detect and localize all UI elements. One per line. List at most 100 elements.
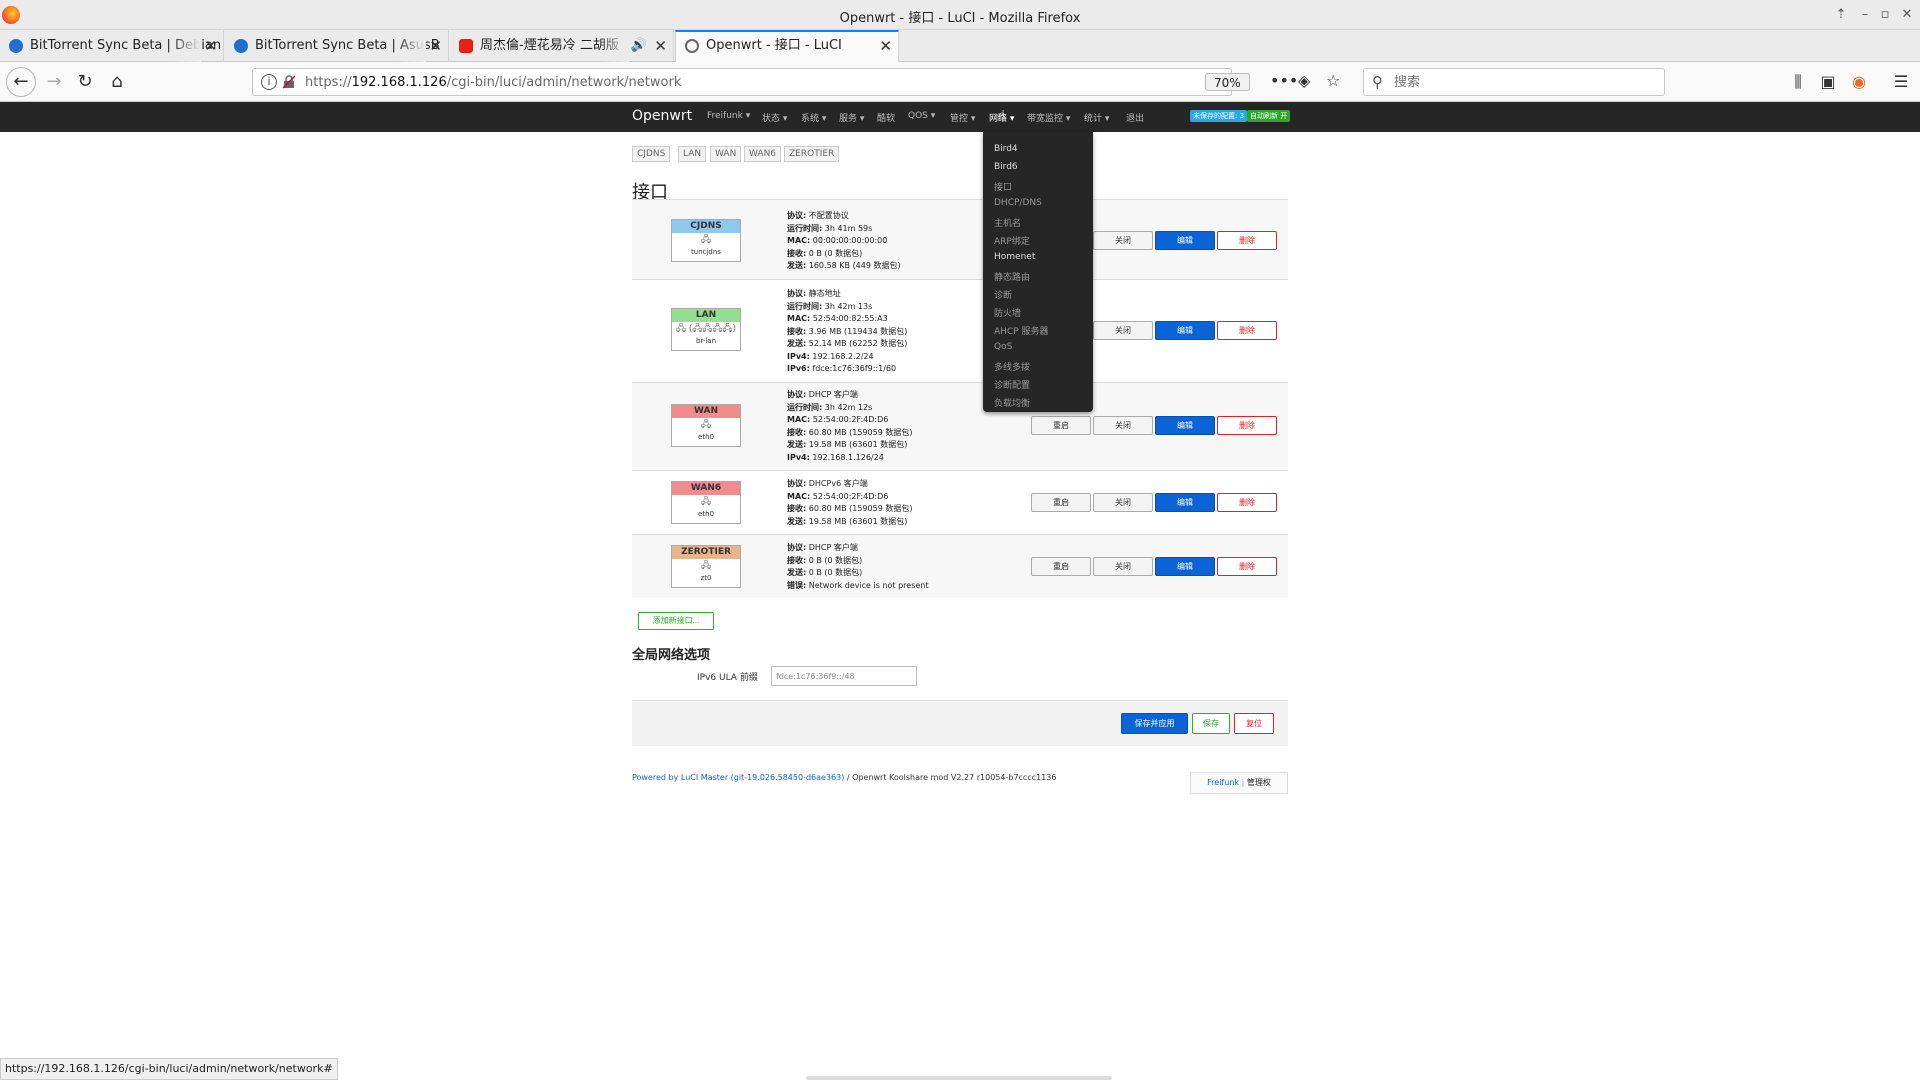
unsaved-changes-badge[interactable]: 未保存的配置: 3 (1190, 110, 1248, 122)
menu-system[interactable]: 系统 ▾ (801, 111, 826, 124)
reset-button[interactable]: 复位 (1234, 713, 1274, 734)
delete-button[interactable]: 删除 (1217, 321, 1277, 340)
dropdown-item-dhcp-dns[interactable]: DHCP/DNS (994, 198, 1042, 208)
dropdown-item-load-balancing[interactable]: 负载均衡 (994, 396, 1030, 409)
save-button[interactable]: 保存 (1192, 713, 1230, 734)
dropdown-item-multiwan[interactable]: 多线多拨 (994, 360, 1030, 373)
home-button[interactable]: ⌂ (103, 69, 131, 95)
ula-prefix-input[interactable] (771, 666, 917, 686)
browser-tab[interactable]: BitTorrent Sync Beta | AsusB ✕ (225, 30, 449, 62)
dropdown-item-hostnames[interactable]: 主机名 (994, 216, 1021, 229)
dropdown-item-bird6[interactable]: Bird6 (994, 162, 1018, 172)
search-input[interactable] (1394, 73, 1654, 91)
browser-tab[interactable]: BitTorrent Sync Beta | Debian ✕ (0, 30, 224, 62)
back-button[interactable]: ← (6, 67, 36, 97)
delete-button[interactable]: 删除 (1217, 557, 1277, 576)
tab-title: Openwrt - 接口 - LuCI (706, 38, 842, 53)
menu-qos[interactable]: QOS ▾ (908, 111, 935, 121)
subtab-wan6[interactable]: WAN6 (744, 146, 782, 162)
window-title: Openwrt - 接口 - LuCI - Mozilla Firefox (839, 11, 1081, 26)
page-actions-icon[interactable]: ••• (1270, 71, 1298, 90)
tab-audio-icon[interactable]: 🔊 (631, 30, 647, 62)
menu-statistics[interactable]: 统计 ▾ (1084, 111, 1109, 124)
window-maximize-icon[interactable]: ▫ (1876, 6, 1894, 24)
subtab-lan[interactable]: LAN (678, 146, 707, 162)
stop-button[interactable]: 关闭 (1093, 493, 1153, 512)
tab-close-icon[interactable]: ✕ (429, 30, 442, 62)
url-text[interactable]: https://192.168.1.126/cgi-bin/luci/admin… (305, 75, 681, 90)
extension-icon[interactable]: ◉ (1848, 72, 1870, 91)
horizontal-scroll-indicator[interactable] (806, 1076, 1112, 1080)
network-dropdown-menu: Bird4 Bird6 接口 DHCP/DNS 主机名 ARP绑定 Homene… (983, 132, 1093, 412)
pocket-icon[interactable]: ◈ (1298, 71, 1310, 90)
save-apply-button[interactable]: 保存并应用 (1121, 713, 1188, 734)
zoom-indicator[interactable]: 70% (1205, 73, 1250, 91)
interface-details: 协议: 静态地址 运行时间: 3h 42m 13s MAC: 52:54:00:… (787, 289, 908, 373)
library-icon[interactable]: ⫼ (1787, 72, 1809, 92)
subtab-zerotier[interactable]: ZEROTIER (784, 146, 840, 162)
bookmark-star-icon[interactable]: ☆ (1326, 71, 1340, 90)
insecure-lock-icon[interactable] (283, 75, 295, 89)
window-close-icon[interactable]: ✕ (1898, 6, 1916, 24)
firmware-version: / Openwrt Koolshare mod V2.27 r10054-b7c… (844, 773, 1057, 782)
url-bar[interactable]: i https://192.168.1.126/cgi-bin/luci/adm… (252, 68, 1250, 96)
menu-services[interactable]: 服务 ▾ (839, 111, 864, 124)
subtab-cjdns[interactable]: CJDNS (632, 146, 671, 162)
window-restore-icon[interactable]: ⇡ (1832, 6, 1850, 24)
menu-logout[interactable]: 退出 (1126, 111, 1144, 124)
browser-tab-active[interactable]: Openwrt - 接口 - LuCI ✕ (675, 30, 899, 62)
auto-refresh-badge[interactable]: 自动刷新 开 (1247, 110, 1291, 122)
edit-button[interactable]: 编辑 (1155, 493, 1215, 512)
tab-close-icon[interactable]: ✕ (204, 30, 217, 62)
reload-button[interactable]: ↻ (71, 69, 99, 95)
footer-links: Freifunk | 管理权 (1190, 772, 1288, 794)
dropdown-item-bird4[interactable]: Bird4 (994, 144, 1018, 154)
menu-bandwidth[interactable]: 带宽监控 ▾ (1027, 111, 1070, 124)
dropdown-item-interfaces[interactable]: 接口 (994, 180, 1012, 193)
restart-button[interactable]: 重启 (1031, 557, 1091, 576)
edit-button[interactable]: 编辑 (1155, 416, 1215, 435)
dropdown-item-diag-config[interactable]: 诊断配置 (994, 378, 1030, 391)
menu-hamburger-icon[interactable]: ☰ (1890, 72, 1912, 91)
network-port-icon: 🖧 (700, 420, 712, 430)
restart-button[interactable]: 重启 (1031, 416, 1091, 435)
edit-button[interactable]: 编辑 (1155, 321, 1215, 340)
subtab-wan[interactable]: WAN (710, 146, 742, 162)
luci-brand[interactable]: Openwrt (632, 108, 692, 124)
luci-version-link[interactable]: Powered by LuCI Master (git-19.026.58450… (632, 773, 844, 782)
dropdown-item-diagnostics[interactable]: 诊断 (994, 288, 1012, 301)
dropdown-item-firewall[interactable]: 防火墙 (994, 306, 1021, 319)
dropdown-item-homenet[interactable]: Homenet (994, 252, 1035, 262)
dropdown-item-qos[interactable]: QoS (994, 342, 1012, 352)
forward-button[interactable]: → (40, 69, 68, 95)
tab-close-icon[interactable]: ✕ (654, 30, 667, 62)
stop-button[interactable]: 关闭 (1093, 416, 1153, 435)
stop-button[interactable]: 关闭 (1093, 321, 1153, 340)
interface-badge: WAN 🖧 eth0 (671, 404, 741, 447)
restart-button[interactable]: 重启 (1031, 493, 1091, 512)
menu-freifunk[interactable]: Freifunk ▾ (707, 111, 750, 121)
site-info-icon[interactable]: i (261, 74, 277, 90)
add-interface-button[interactable]: 添加新接口... (638, 612, 714, 630)
dropdown-item-arp-binding[interactable]: ARP绑定 (994, 234, 1030, 247)
delete-button[interactable]: 删除 (1217, 493, 1277, 512)
menu-control[interactable]: 管控 ▾ (950, 111, 975, 124)
dropdown-item-static-routes[interactable]: 静态路由 (994, 270, 1030, 283)
stop-button[interactable]: 关闭 (1093, 557, 1153, 576)
edit-button[interactable]: 编辑 (1155, 557, 1215, 576)
delete-button[interactable]: 删除 (1217, 231, 1277, 250)
menu-status[interactable]: 状态 ▾ (762, 111, 787, 124)
browser-tab[interactable]: 周杰倫-煙花易冷 二胡版 🔊 ✕ (450, 30, 674, 62)
sidebar-icon[interactable]: ▣ (1817, 72, 1839, 91)
menu-koolsoft[interactable]: 酷软 (877, 111, 895, 124)
stop-button[interactable]: 关闭 (1093, 231, 1153, 250)
search-bar[interactable]: ⚲ (1363, 68, 1665, 96)
dropdown-item-ahcp-server[interactable]: AHCP 服务器 (994, 324, 1049, 337)
edit-button[interactable]: 编辑 (1155, 231, 1215, 250)
interface-badge: CJDNS 🖧 tuncjdns (671, 219, 741, 262)
tab-close-icon[interactable]: ✕ (879, 32, 892, 60)
delete-button[interactable]: 删除 (1217, 416, 1277, 435)
admin-link[interactable]: 管理权 (1247, 778, 1271, 787)
window-minimize-icon[interactable]: – (1856, 6, 1874, 24)
freifunk-link[interactable]: Freifunk (1207, 778, 1239, 787)
